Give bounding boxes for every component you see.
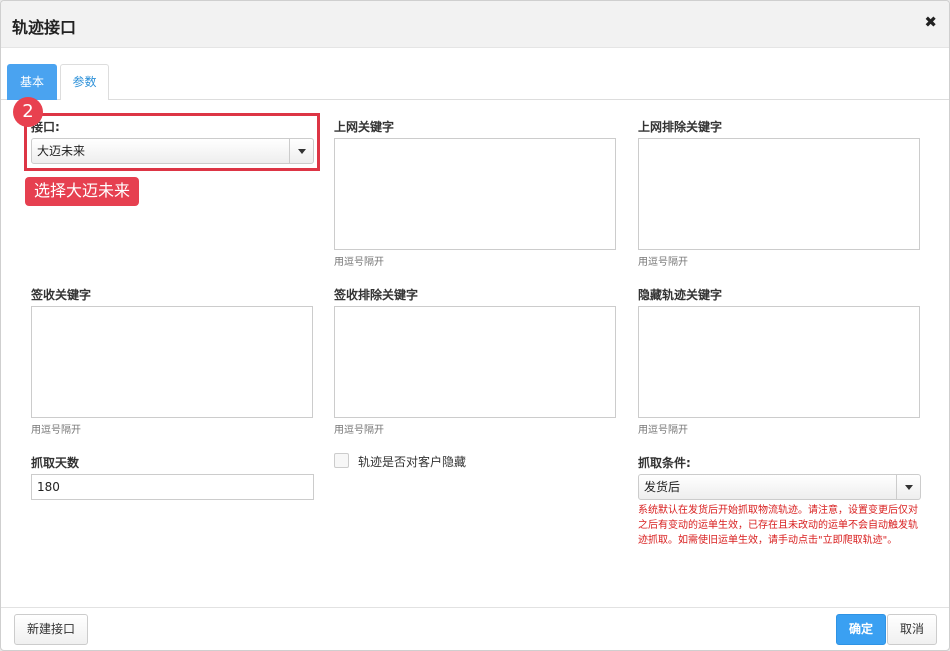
hide-track-keywords-label: 隐藏轨迹关键字 bbox=[638, 288, 723, 302]
chevron-down-icon[interactable] bbox=[896, 475, 920, 499]
annotation-highlight-box bbox=[24, 113, 320, 171]
sign-keywords-hint: 用逗号隔开 bbox=[31, 425, 81, 436]
tab-params[interactable]: 参数 bbox=[60, 64, 109, 100]
confirm-button[interactable]: 确定 bbox=[836, 614, 886, 645]
annotation-callout: 选择大迈未来 bbox=[25, 177, 140, 206]
fetch-condition-note: 系统默认在发货后开始抓取物流轨迹。请注意，设置变更后仅对之后有变动的运单生效，已… bbox=[638, 505, 918, 546]
step-number-badge: 2 bbox=[13, 97, 43, 127]
tab-bar: 基本 参数 bbox=[1, 48, 949, 100]
sign-keywords-textarea[interactable] bbox=[31, 306, 313, 418]
dialog-header: 轨迹接口 ✖ bbox=[1, 1, 949, 48]
cancel-button[interactable]: 取消 bbox=[887, 614, 937, 645]
sign-exclude-keywords-hint: 用逗号隔开 bbox=[334, 425, 384, 436]
online-keywords-textarea[interactable] bbox=[334, 138, 616, 250]
fetch-condition-label: 抓取条件: bbox=[638, 456, 691, 470]
online-exclude-keywords-hint: 用逗号隔开 bbox=[638, 257, 688, 268]
online-exclude-keywords-textarea[interactable] bbox=[638, 138, 920, 250]
online-keywords-label: 上网关键字 bbox=[334, 120, 395, 134]
sign-exclude-keywords-label: 签收排除关键字 bbox=[334, 288, 419, 302]
track-interface-dialog: 轨迹接口 ✖ 基本 参数 接口: 大迈未来 上网关键字 用逗号隔开 上网排除关键… bbox=[0, 0, 950, 651]
fetch-condition-select[interactable]: 发货后 bbox=[638, 474, 921, 500]
hide-track-keywords-hint: 用逗号隔开 bbox=[638, 425, 688, 436]
fetch-days-label: 抓取天数 bbox=[31, 456, 80, 470]
dialog-footer bbox=[1, 607, 949, 650]
hide-from-customer-checkbox[interactable] bbox=[334, 453, 349, 468]
close-icon[interactable]: ✖ bbox=[924, 13, 937, 31]
dialog-title: 轨迹接口 bbox=[12, 18, 77, 37]
hide-from-customer-label: 轨迹是否对客户隐藏 bbox=[358, 455, 467, 469]
online-exclude-keywords-label: 上网排除关键字 bbox=[638, 120, 723, 134]
tab-basic[interactable]: 基本 bbox=[7, 64, 57, 100]
fetch-condition-select-value: 发货后 bbox=[644, 480, 681, 494]
fetch-days-input[interactable]: 180 bbox=[31, 474, 314, 500]
online-keywords-hint: 用逗号隔开 bbox=[334, 257, 384, 268]
hide-track-keywords-textarea[interactable] bbox=[638, 306, 920, 418]
new-interface-button[interactable]: 新建接口 bbox=[14, 614, 88, 645]
sign-keywords-label: 签收关键字 bbox=[31, 288, 92, 302]
sign-exclude-keywords-textarea[interactable] bbox=[334, 306, 616, 418]
